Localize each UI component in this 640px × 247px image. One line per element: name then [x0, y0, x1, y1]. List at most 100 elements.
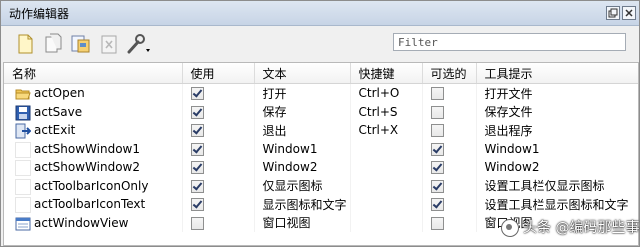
action-name-cell[interactable]: actToolbarIconText [4, 195, 183, 214]
used-cell[interactable] [182, 139, 255, 158]
used-checkbox[interactable] [190, 87, 204, 101]
action-tooltip[interactable]: 设置工具栏显示图标和文字 [476, 195, 638, 214]
action-shortcut[interactable]: Ctrl+X [350, 121, 423, 140]
action-text[interactable]: 保存 [254, 102, 351, 121]
action-shortcut[interactable] [350, 139, 423, 158]
checkable-checkbox[interactable] [430, 216, 444, 230]
table-row[interactable]: actExit 退出 Ctrl+X 退出程序 [4, 121, 638, 140]
action-shortcut[interactable] [350, 195, 423, 214]
used-cell[interactable] [182, 83, 255, 103]
action-shortcut[interactable] [350, 158, 423, 177]
action-tooltip[interactable]: Window2 [476, 158, 638, 177]
float-button[interactable] [606, 6, 620, 20]
used-checkbox[interactable] [190, 198, 204, 212]
action-text[interactable]: Window1 [254, 139, 351, 158]
table-row[interactable]: actSave 保存 Ctrl+S 保存文件 [4, 102, 638, 121]
table-row[interactable]: actToolbarIconOnly 仅显示图标 设置工具栏仅显示图标 [4, 176, 638, 195]
table-row[interactable]: actShowWindow2 Window2 Window2 [4, 158, 638, 177]
column-header-shortcut[interactable]: 快捷键 [350, 63, 423, 84]
checkable-cell[interactable] [422, 83, 477, 103]
action-shortcut[interactable] [350, 176, 423, 195]
action-text[interactable]: 打开 [254, 83, 351, 103]
action-shortcut[interactable]: Ctrl+S [350, 102, 423, 121]
action-name: actToolbarIconOnly [34, 178, 149, 193]
used-cell[interactable] [182, 213, 255, 232]
used-cell[interactable] [182, 195, 255, 214]
action-tooltip[interactable]: 退出程序 [476, 121, 638, 140]
column-header-text[interactable]: 文本 [254, 63, 351, 84]
column-header-checkable[interactable]: 可选的 [422, 63, 477, 84]
column-header-name[interactable]: 名称 [4, 63, 183, 84]
action-text[interactable]: 退出 [254, 121, 351, 140]
action-text[interactable]: 显示图标和文字 [254, 195, 351, 214]
new-action-button[interactable] [13, 32, 37, 56]
close-icon [625, 9, 633, 17]
checkable-cell[interactable] [422, 176, 477, 195]
blank-icon [15, 178, 31, 195]
action-name-cell[interactable]: actSave [4, 102, 183, 121]
action-shortcut[interactable]: Ctrl+O [350, 83, 423, 103]
delete-button[interactable] [97, 32, 121, 56]
checkable-checkbox[interactable] [430, 105, 444, 119]
used-cell[interactable] [182, 158, 255, 177]
action-name-cell[interactable]: actWindowView [4, 213, 183, 232]
wrench-dropdown-icon [127, 34, 150, 54]
action-text[interactable]: Window2 [254, 158, 351, 177]
action-shortcut[interactable] [350, 213, 423, 232]
save-icon [15, 105, 31, 120]
action-name: actShowWindow2 [34, 160, 140, 175]
used-checkbox[interactable] [190, 142, 204, 156]
edit-button[interactable] [69, 32, 93, 56]
used-checkbox[interactable] [190, 124, 204, 138]
table-row[interactable]: actOpen 打开 Ctrl+O 打开文件 [4, 83, 638, 103]
action-name-cell[interactable]: actOpen [4, 83, 183, 103]
used-checkbox[interactable] [190, 105, 204, 119]
action-text[interactable]: 仅显示图标 [254, 176, 351, 195]
action-name: actWindowView [34, 215, 129, 230]
column-header-tooltip[interactable]: 工具提示 [476, 63, 638, 84]
window-title: 动作编辑器 [9, 7, 70, 21]
checkable-checkbox[interactable] [430, 142, 444, 156]
checkable-cell[interactable] [422, 121, 477, 140]
action-name-cell[interactable]: actToolbarIconOnly [4, 176, 183, 195]
delete-icon [101, 35, 117, 54]
checkable-checkbox[interactable] [430, 161, 444, 175]
action-tooltip[interactable]: 设置工具栏仅显示图标 [476, 176, 638, 195]
checkable-cell[interactable] [422, 158, 477, 177]
used-checkbox[interactable] [190, 216, 204, 230]
copy-icon [45, 33, 62, 53]
column-header-used[interactable]: 使用 [182, 63, 255, 84]
action-name-cell[interactable]: actExit [4, 121, 183, 140]
copy-button[interactable] [41, 32, 65, 56]
exit-icon [15, 123, 31, 139]
filter-input[interactable] [393, 33, 626, 51]
action-tooltip[interactable]: 打开文件 [476, 83, 638, 103]
used-checkbox[interactable] [190, 161, 204, 175]
action-name-cell[interactable]: actShowWindow1 [4, 139, 183, 158]
checkable-checkbox[interactable] [430, 87, 444, 101]
float-icon [608, 8, 618, 18]
checkable-cell[interactable] [422, 139, 477, 158]
table-row[interactable]: actShowWindow1 Window1 Window1 [4, 139, 638, 158]
checkable-checkbox[interactable] [430, 179, 444, 193]
folder-icon [15, 89, 31, 100]
checkable-cell[interactable] [422, 102, 477, 121]
action-name: actExit [34, 123, 76, 138]
action-name-cell[interactable]: actShowWindow2 [4, 158, 183, 177]
wrench-dropdown-button[interactable] [125, 32, 153, 56]
close-button[interactable] [622, 6, 636, 20]
checkable-checkbox[interactable] [430, 198, 444, 212]
watermark-logo-icon [501, 219, 519, 237]
action-tooltip[interactable]: Window1 [476, 139, 638, 158]
action-text[interactable]: 窗口视图 [254, 213, 351, 232]
table-row[interactable]: actToolbarIconText 显示图标和文字 设置工具栏显示图标和文字 [4, 195, 638, 214]
used-cell[interactable] [182, 102, 255, 121]
used-checkbox[interactable] [190, 179, 204, 193]
checkable-checkbox[interactable] [430, 124, 444, 138]
action-tooltip[interactable]: 保存文件 [476, 102, 638, 121]
used-cell[interactable] [182, 121, 255, 140]
checkable-cell[interactable] [422, 213, 477, 232]
blank-icon [15, 160, 31, 176]
checkable-cell[interactable] [422, 195, 477, 214]
used-cell[interactable] [182, 176, 255, 195]
